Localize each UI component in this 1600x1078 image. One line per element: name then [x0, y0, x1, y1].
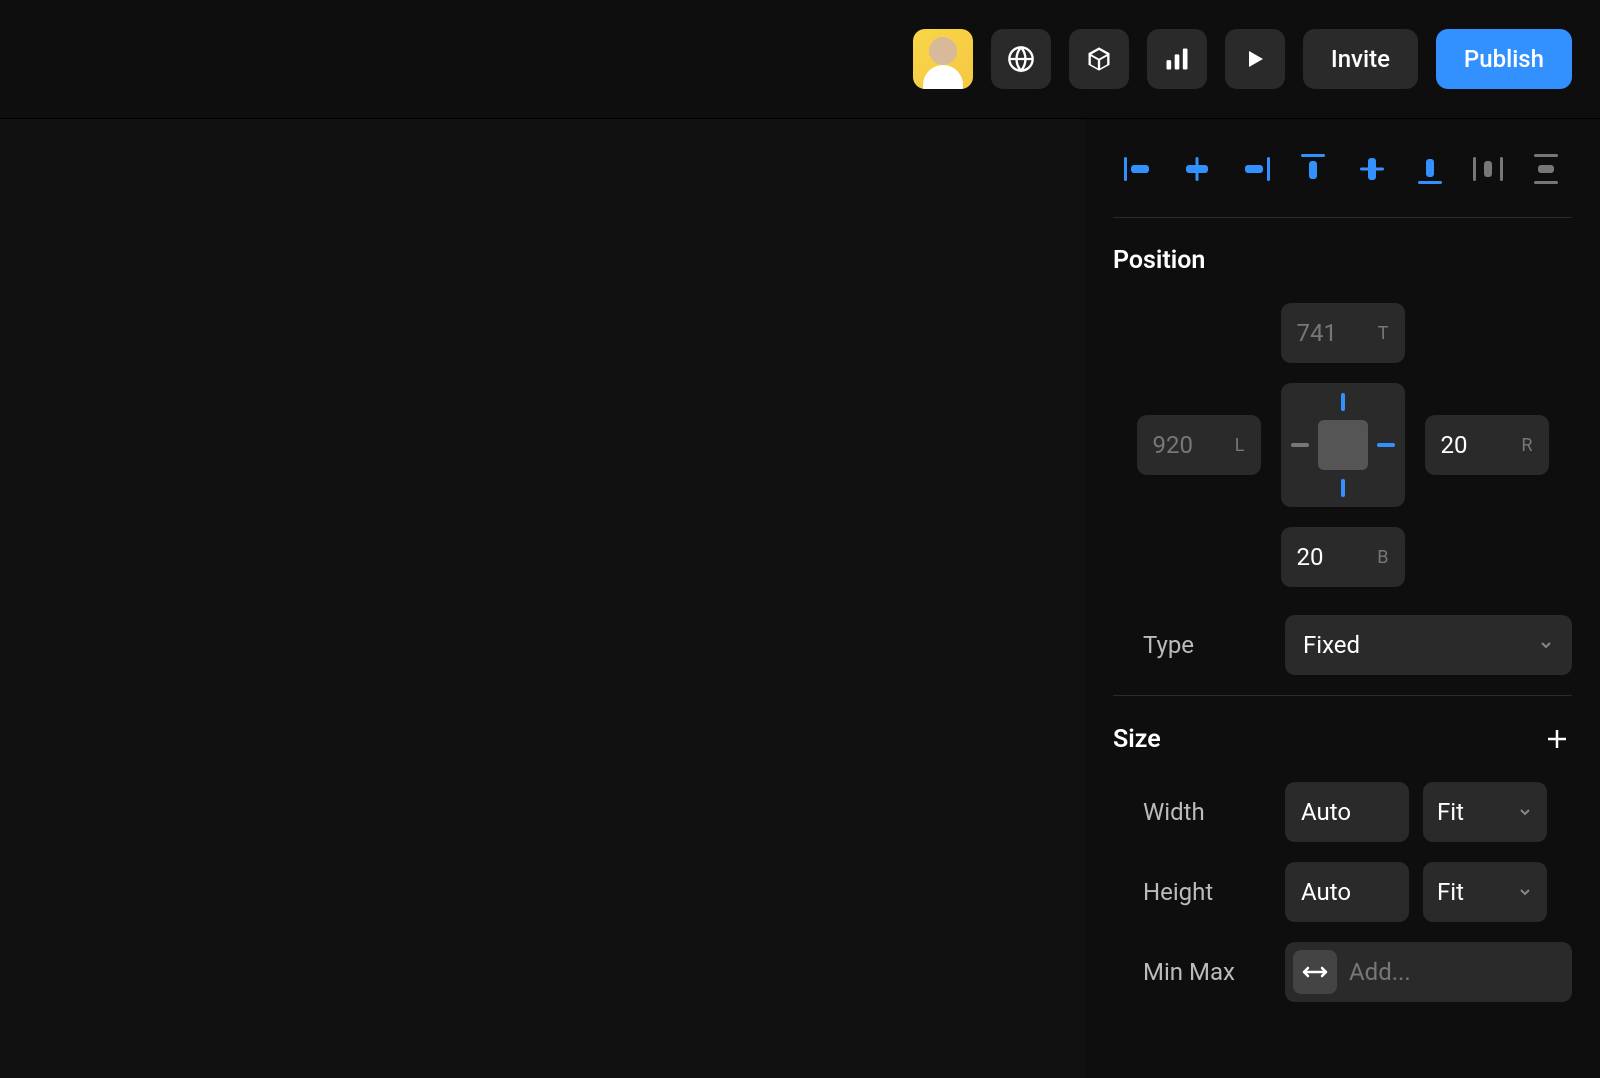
position-left-value: 920	[1153, 431, 1193, 459]
chevron-down-icon	[1538, 637, 1554, 653]
anchor-bottom-handle[interactable]	[1341, 479, 1345, 497]
publish-button[interactable]: Publish	[1436, 29, 1572, 89]
position-type-select[interactable]: Fixed	[1285, 615, 1572, 675]
position-top-value: 741	[1297, 319, 1337, 347]
width-value: Auto	[1301, 798, 1351, 826]
cube-icon	[1085, 45, 1113, 73]
properties-panel: Position 741 T 920 L 20 R 20	[1085, 119, 1600, 1078]
align-bottom-button[interactable]	[1404, 149, 1456, 189]
position-right-value: 20	[1441, 431, 1468, 459]
minmax-row: Min Max Add...	[1113, 942, 1572, 1002]
height-row: Height Auto Fit	[1113, 862, 1572, 922]
align-top-icon	[1299, 152, 1327, 186]
chevron-down-icon	[1517, 804, 1533, 820]
divider	[1113, 695, 1572, 696]
distribute-h-icon	[1471, 155, 1505, 183]
globe-icon	[1007, 45, 1035, 73]
canvas-area[interactable]	[0, 119, 1085, 1078]
position-type-label: Type	[1113, 631, 1271, 659]
height-label: Height	[1113, 878, 1271, 906]
position-bottom-label: B	[1377, 547, 1388, 568]
publish-label: Publish	[1464, 45, 1544, 73]
size-section-title: Size	[1113, 725, 1161, 754]
arrows-horizontal-icon	[1301, 964, 1329, 980]
distribute-v-icon	[1532, 152, 1560, 186]
align-center-h-button[interactable]	[1171, 149, 1223, 189]
anchor-left-handle[interactable]	[1291, 443, 1309, 447]
position-section-title: Position	[1113, 246, 1572, 275]
distribute-v-button[interactable]	[1520, 149, 1572, 189]
align-center-v-icon	[1358, 152, 1386, 186]
position-top-input[interactable]: 741 T	[1281, 303, 1405, 363]
width-mode-value: Fit	[1437, 798, 1464, 826]
chevron-down-icon	[1517, 884, 1533, 900]
content: Position 741 T 920 L 20 R 20	[0, 119, 1600, 1078]
plus-icon	[1546, 728, 1568, 750]
avatar[interactable]	[913, 29, 973, 89]
invite-label: Invite	[1331, 45, 1390, 73]
play-icon	[1243, 47, 1267, 71]
align-left-button[interactable]	[1113, 149, 1165, 189]
position-bottom-value: 20	[1297, 543, 1324, 571]
minmax-label: Min Max	[1113, 958, 1271, 986]
anchor-center[interactable]	[1318, 420, 1368, 470]
align-bottom-icon	[1416, 152, 1444, 186]
position-grid: 741 T 920 L 20 R 20 B	[1113, 303, 1572, 587]
bar-chart-icon	[1163, 45, 1191, 73]
align-center-h-icon	[1180, 155, 1214, 183]
distribute-h-button[interactable]	[1462, 149, 1514, 189]
size-add-button[interactable]	[1542, 724, 1572, 754]
invite-button[interactable]: Invite	[1303, 29, 1418, 89]
anchor-right-handle[interactable]	[1377, 443, 1395, 447]
width-mode-select[interactable]: Fit	[1423, 782, 1547, 842]
minmax-input[interactable]: Add...	[1285, 942, 1572, 1002]
align-left-icon	[1122, 155, 1156, 183]
size-section-header: Size	[1113, 724, 1572, 754]
align-right-button[interactable]	[1229, 149, 1281, 189]
top-bar: Invite Publish	[0, 0, 1600, 119]
position-type-row: Type Fixed	[1113, 615, 1572, 675]
analytics-button[interactable]	[1147, 29, 1207, 89]
height-input[interactable]: Auto	[1285, 862, 1409, 922]
minmax-icon-container	[1293, 950, 1337, 994]
anchor-top-handle[interactable]	[1341, 393, 1345, 411]
position-top-label: T	[1378, 323, 1389, 344]
anchor-widget[interactable]	[1281, 383, 1405, 507]
height-mode-value: Fit	[1437, 878, 1464, 906]
position-type-value: Fixed	[1303, 631, 1360, 659]
minmax-placeholder: Add...	[1349, 958, 1411, 986]
height-value: Auto	[1301, 878, 1351, 906]
alignment-row	[1113, 149, 1572, 218]
height-mode-select[interactable]: Fit	[1423, 862, 1547, 922]
globe-button[interactable]	[991, 29, 1051, 89]
position-right-input[interactable]: 20 R	[1425, 415, 1549, 475]
align-right-icon	[1238, 155, 1272, 183]
position-left-input[interactable]: 920 L	[1137, 415, 1261, 475]
width-label: Width	[1113, 798, 1271, 826]
align-center-v-button[interactable]	[1346, 149, 1398, 189]
position-left-label: L	[1235, 435, 1245, 456]
cube-button[interactable]	[1069, 29, 1129, 89]
align-top-button[interactable]	[1287, 149, 1339, 189]
width-input[interactable]: Auto	[1285, 782, 1409, 842]
position-right-label: R	[1521, 435, 1532, 456]
width-row: Width Auto Fit	[1113, 782, 1572, 842]
play-button[interactable]	[1225, 29, 1285, 89]
position-bottom-input[interactable]: 20 B	[1281, 527, 1405, 587]
